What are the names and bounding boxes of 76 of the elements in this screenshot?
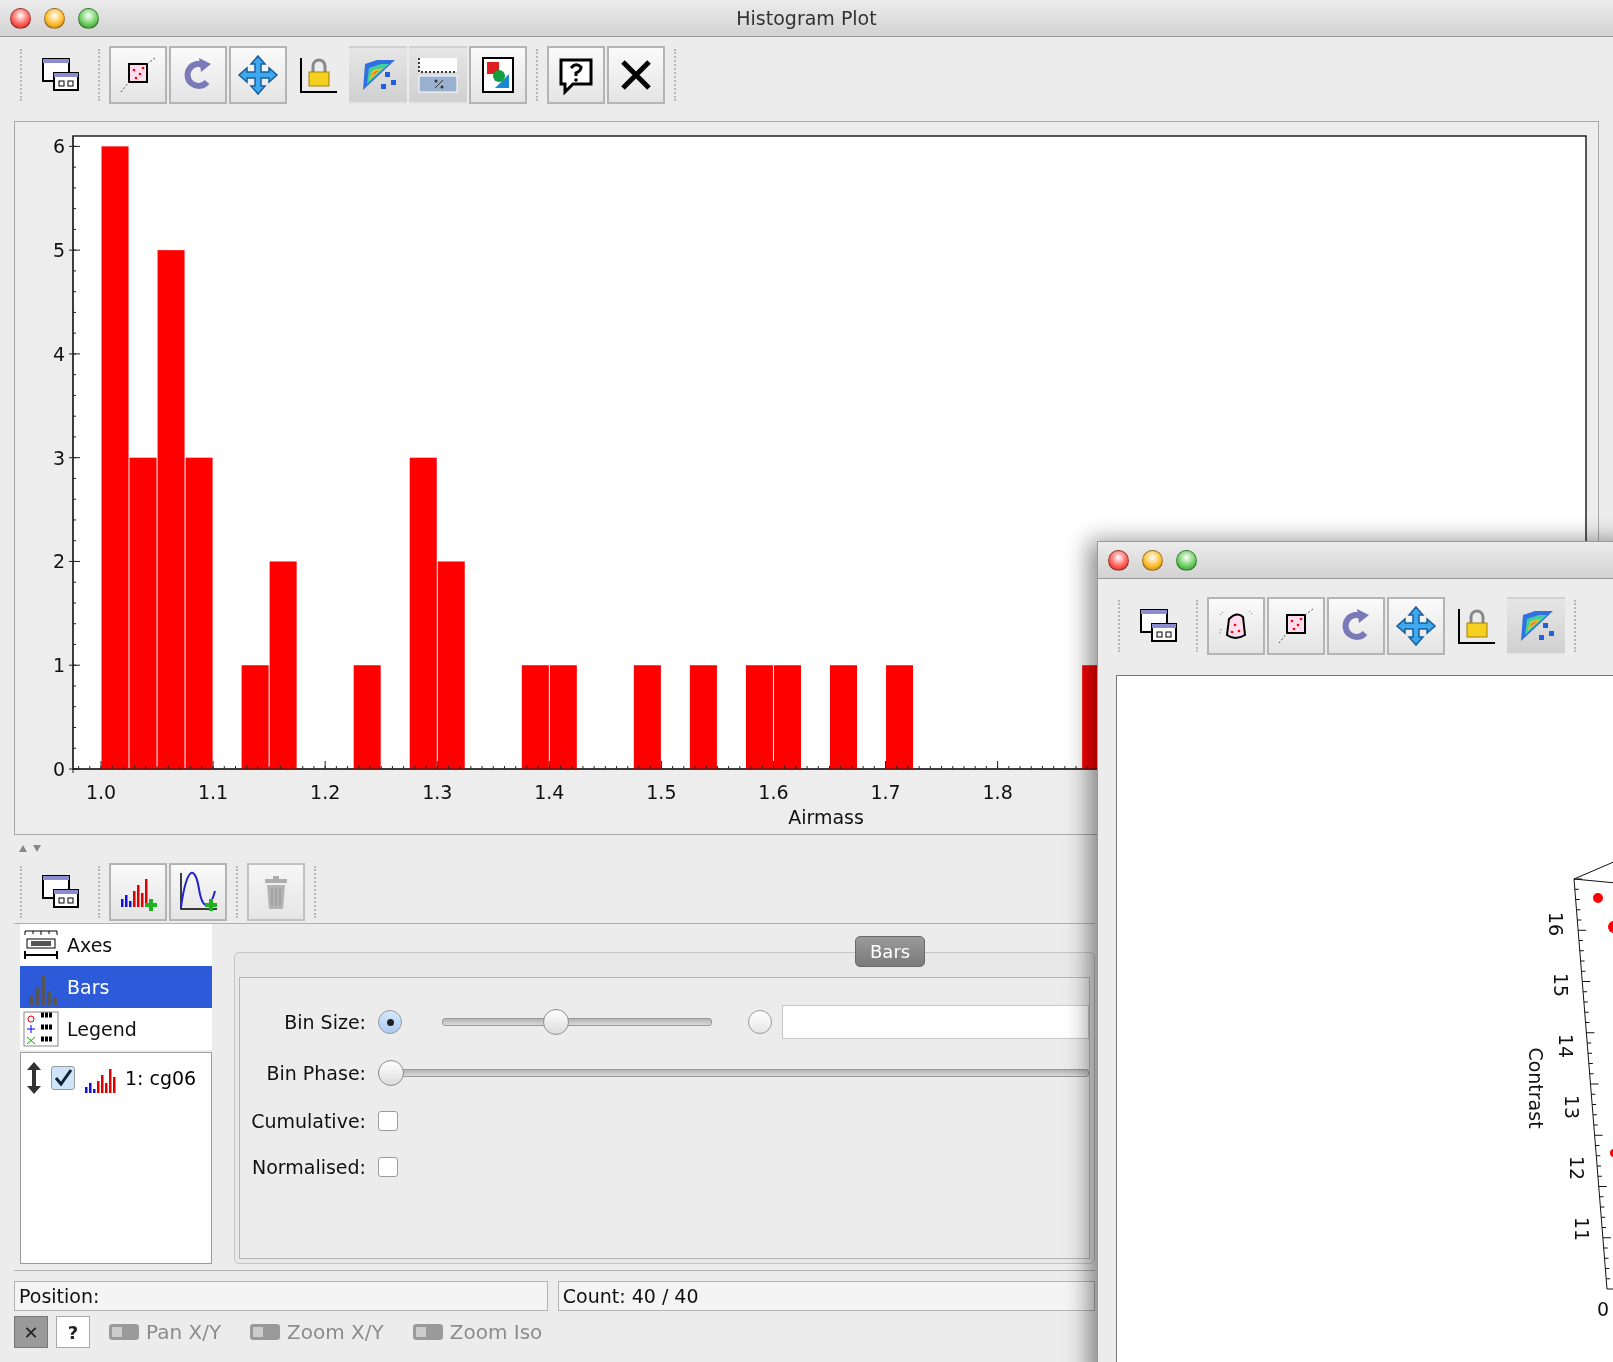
tick-label: 1.2 xyxy=(310,781,341,803)
tick-label: 6 xyxy=(52,135,65,158)
layer-label[interactable]: 1: cg06 xyxy=(125,1067,197,1089)
control-list-item[interactable]: Bars xyxy=(20,966,212,1008)
tick-label: 11 xyxy=(1571,1216,1593,1242)
checkbox[interactable] xyxy=(378,1111,398,1131)
tick-label: 2 xyxy=(52,550,65,573)
tick-label: 15 xyxy=(1550,972,1573,998)
field-label: Bin Size: xyxy=(284,1011,367,1033)
checkmark-icon xyxy=(53,1068,73,1088)
toolbar-button[interactable] xyxy=(547,46,605,104)
position-field: Position: xyxy=(14,1281,548,1311)
control-label: Axes xyxy=(67,934,113,956)
zoom-button[interactable] xyxy=(78,8,99,29)
minimize-button[interactable] xyxy=(44,8,65,29)
field-label: Bin Phase: xyxy=(266,1062,367,1084)
close-window-button[interactable] xyxy=(1108,550,1129,571)
legend-icon xyxy=(23,1011,59,1047)
tool-button[interactable]: ✕ xyxy=(14,1316,48,1348)
slider-thumb[interactable] xyxy=(542,1009,569,1035)
tick-label: 1.4 xyxy=(534,781,565,803)
tick-label: 1.0 xyxy=(85,781,117,803)
toolbar-button[interactable] xyxy=(169,863,227,921)
toolbar-button[interactable] xyxy=(409,46,467,104)
radio-button[interactable] xyxy=(748,1010,772,1034)
tick-label: 1.5 xyxy=(646,781,677,803)
reorder-icon[interactable] xyxy=(25,1061,43,1095)
tick-label: 1.6 xyxy=(758,781,789,803)
tick-label: 0 xyxy=(52,758,65,780)
toggle-icon xyxy=(249,1323,282,1341)
radio-button[interactable] xyxy=(378,1010,402,1034)
toggle-icon xyxy=(108,1323,140,1341)
curve-add-icon xyxy=(177,871,219,913)
tick-label: 12 xyxy=(1565,1155,1588,1181)
toolbar-button[interactable] xyxy=(1207,597,1265,655)
close-window-button[interactable] xyxy=(10,8,31,29)
tick-label: 1 xyxy=(52,654,65,677)
tick-label: 3 xyxy=(52,446,65,469)
divider-arrows-icon[interactable] xyxy=(18,843,44,853)
tick-label: 1.8 xyxy=(982,781,1013,803)
axis-title: Contrast xyxy=(1525,1047,1547,1129)
toolbar-button[interactable] xyxy=(109,46,167,104)
slider[interactable] xyxy=(442,1009,712,1035)
tool-button[interactable]: ? xyxy=(56,1316,90,1348)
tick-label: 4 xyxy=(52,342,65,365)
tick-label: 1.3 xyxy=(422,781,453,803)
tick-label: 16 xyxy=(1545,911,1567,937)
control-label: Bars xyxy=(67,976,110,998)
slider[interactable] xyxy=(378,1060,1089,1086)
tick-label: 13 xyxy=(1560,1094,1583,1120)
toolbar-button[interactable] xyxy=(607,46,665,104)
axis-title: Airmass xyxy=(788,806,864,828)
layer-checkbox[interactable] xyxy=(51,1066,75,1090)
control-list-item[interactable]: Legend xyxy=(20,1008,212,1050)
field-label: Cumulative: xyxy=(251,1110,367,1132)
panel-tab[interactable]: Bars xyxy=(855,936,926,967)
control-label: Legend xyxy=(67,1018,137,1040)
zoom-button[interactable] xyxy=(1176,550,1197,571)
minimize-button[interactable] xyxy=(1142,550,1163,571)
tick-label: 0 xyxy=(1597,1298,1610,1320)
window-title: Histogram Plot xyxy=(736,7,877,29)
tick-label: 14 xyxy=(1555,1033,1578,1059)
tick-label: 1.1 xyxy=(198,781,229,803)
move-icon xyxy=(237,54,279,96)
bin-size-field[interactable] xyxy=(782,1005,1089,1039)
control-list-item[interactable]: Axes xyxy=(20,924,212,966)
toggle-icon xyxy=(411,1323,444,1341)
tick-label: 1.7 xyxy=(870,781,901,803)
move-icon xyxy=(1395,605,1437,647)
tick-label: 5 xyxy=(52,239,65,262)
count-field: Count: 40 / 40 xyxy=(557,1281,1095,1311)
toolbar-button[interactable] xyxy=(1267,597,1325,655)
slider-thumb[interactable] xyxy=(378,1060,404,1086)
checkbox[interactable] xyxy=(378,1157,398,1177)
toolbar-button[interactable] xyxy=(469,46,527,104)
field-label: Normalised: xyxy=(251,1156,367,1178)
